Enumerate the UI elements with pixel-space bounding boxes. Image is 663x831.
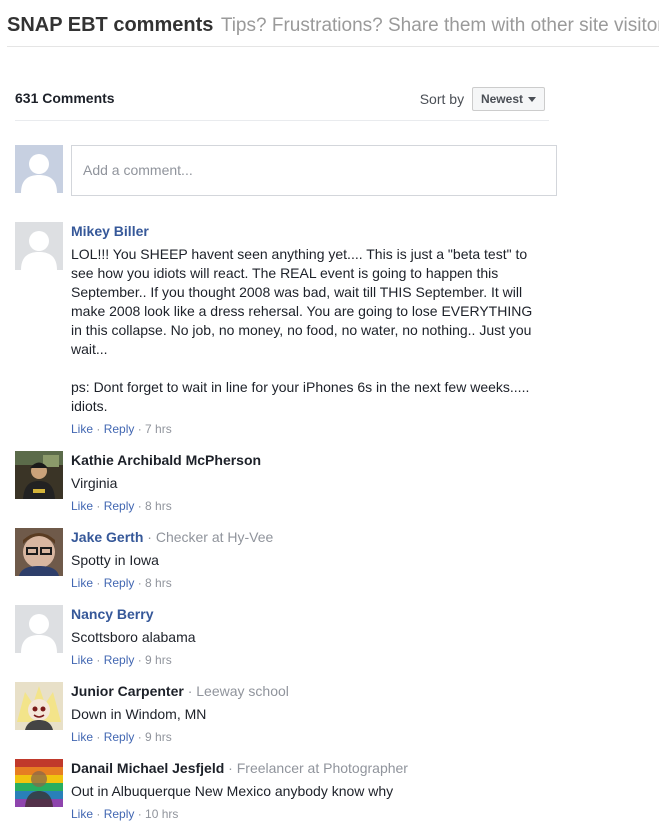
page: SNAP EBT comments Tips? Frustrations? Sh… <box>0 0 663 831</box>
like-link[interactable]: Like <box>71 576 93 590</box>
comment-paragraph: Down in Windom, MN <box>71 706 207 722</box>
like-link[interactable]: Like <box>71 499 93 513</box>
comment-author[interactable]: Kathie Archibald McPherson <box>71 452 261 468</box>
comment-author[interactable]: Danail Michael Jesfjeld <box>71 760 224 776</box>
comment-author[interactable]: Mikey Biller <box>71 223 149 239</box>
comment-author-line: Jake Gerth · Checker at Hy-Vee <box>71 529 274 545</box>
sort-label: Sort by <box>419 91 465 107</box>
comment-author-org: Checker at Hy-Vee <box>155 529 274 545</box>
reply-link[interactable]: Reply <box>104 730 135 744</box>
comment-author[interactable]: Nancy Berry <box>71 606 154 622</box>
comment-timestamp[interactable]: 8 hrs <box>145 576 172 590</box>
comment-timestamp[interactable]: 8 hrs <box>145 499 172 513</box>
avatar[interactable] <box>15 451 63 499</box>
comment-paragraph: Spotty in Iowa <box>71 552 159 568</box>
user-photo-icon <box>15 682 63 730</box>
reply-link[interactable]: Reply <box>104 422 135 436</box>
comments-toolbar: 631 Comments Sort by Newest <box>15 80 549 121</box>
like-link[interactable]: Like <box>71 807 93 821</box>
comment-author-line: Danail Michael Jesfjeld · Freelancer at … <box>71 760 408 776</box>
user-photo-icon <box>15 451 63 499</box>
chevron-down-icon <box>528 97 536 103</box>
reply-link[interactable]: Reply <box>104 653 135 667</box>
comment-author-line: Mikey Biller <box>71 222 543 240</box>
sort-control: Sort by Newest <box>420 87 545 111</box>
like-link[interactable]: Like <box>71 653 93 667</box>
comment-text: Virginia <box>71 474 543 493</box>
comment-body: Jake Gerth · Checker at Hy-Vee Spotty in… <box>71 528 543 591</box>
section-subtitle: Tips? Frustrations? Share them with othe… <box>220 15 659 36</box>
comment-paragraph: ps: Dont forget to wait in line for your… <box>71 379 530 414</box>
comment-body: Nancy Berry Scottsboro alabama Like · Re… <box>71 605 543 668</box>
default-avatar-icon <box>15 605 63 653</box>
comment-paragraph: Scottsboro alabama <box>71 629 196 645</box>
comment-actions: Like · Reply · 7 hrs <box>71 422 172 436</box>
comment-author-line: Nancy Berry <box>71 605 543 623</box>
avatar <box>15 145 63 193</box>
comment-author-line: Junior Carpenter · Leeway school <box>71 683 289 699</box>
comment-composer: Add a comment... <box>15 145 557 196</box>
comment-body: Mikey Biller LOL!!! You SHEEP havent see… <box>71 222 543 437</box>
comment-paragraph: Virginia <box>71 475 118 491</box>
comment-actions: Like · Reply · 10 hrs <box>71 807 179 821</box>
comment-text: Down in Windom, MN <box>71 705 543 724</box>
comment-body: Danail Michael Jesfjeld · Freelancer at … <box>71 759 543 822</box>
section-header: SNAP EBT comments Tips? Frustrations? Sh… <box>7 14 659 47</box>
avatar[interactable] <box>15 605 63 653</box>
comment-timestamp[interactable]: 7 hrs <box>145 422 172 436</box>
avatar[interactable] <box>15 759 63 807</box>
comment-text: Scottsboro alabama <box>71 628 543 647</box>
avatar[interactable] <box>15 222 63 270</box>
comment-timestamp[interactable]: 10 hrs <box>145 807 178 821</box>
comment-author-org: Leeway school <box>196 683 289 699</box>
like-link[interactable]: Like <box>71 422 93 436</box>
comment-timestamp[interactable]: 9 hrs <box>145 730 172 744</box>
reply-link[interactable]: Reply <box>104 499 135 513</box>
default-avatar-icon <box>15 145 63 193</box>
comment-actions: Like · Reply · 9 hrs <box>71 730 172 744</box>
comment-author[interactable]: Junior Carpenter <box>71 683 184 699</box>
comment-paragraph: Out in Albuquerque New Mexico anybody kn… <box>71 783 394 799</box>
comment-author-line: Kathie Archibald McPherson <box>71 451 543 469</box>
comment-body: Junior Carpenter · Leeway school Down in… <box>71 682 543 745</box>
comment-paragraph: LOL!!! You SHEEP havent seen anything ye… <box>71 246 533 357</box>
reply-link[interactable]: Reply <box>104 807 135 821</box>
comment-actions: Like · Reply · 8 hrs <box>71 576 172 590</box>
sort-dropdown[interactable]: Newest <box>471 87 545 111</box>
comment-input[interactable]: Add a comment... <box>71 145 557 196</box>
comments-plugin: 631 Comments Sort by Newest Add a commen… <box>15 80 557 821</box>
sort-value: Newest <box>480 92 523 106</box>
like-link[interactable]: Like <box>71 730 93 744</box>
comment-actions: Like · Reply · 8 hrs <box>71 499 172 513</box>
comment-text: LOL!!! You SHEEP havent seen anything ye… <box>71 245 543 416</box>
avatar[interactable] <box>15 528 63 576</box>
comment-text: Out in Albuquerque New Mexico anybody kn… <box>71 782 543 801</box>
comment-actions: Like · Reply · 9 hrs <box>71 653 172 667</box>
comment-timestamp[interactable]: 9 hrs <box>145 653 172 667</box>
reply-link[interactable]: Reply <box>104 576 135 590</box>
user-photo-icon <box>15 528 63 576</box>
comment-author[interactable]: Jake Gerth <box>71 529 143 545</box>
comment-body: Kathie Archibald McPherson Virginia Like… <box>71 451 543 514</box>
comment-count: 631 Comments <box>15 90 115 106</box>
user-photo-icon <box>15 759 63 807</box>
comment-author-org: Freelancer at Photographer <box>236 760 408 776</box>
section-title: SNAP EBT comments <box>7 14 214 36</box>
avatar[interactable] <box>15 682 63 730</box>
comment-text: Spotty in Iowa <box>71 551 543 570</box>
default-avatar-icon <box>15 222 63 270</box>
